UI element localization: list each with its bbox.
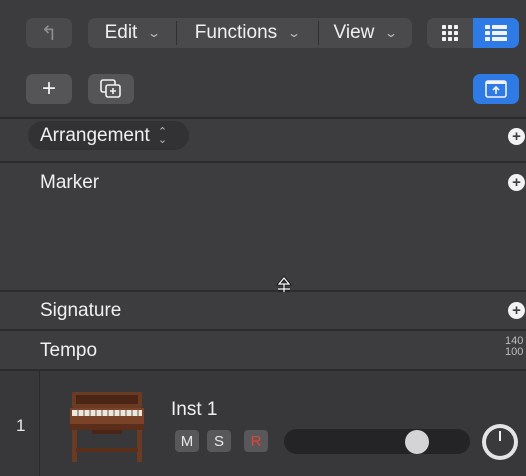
add-signature-button[interactable]: + bbox=[508, 302, 525, 319]
grid-view-icon bbox=[442, 25, 458, 41]
menu-group: Edit ⌄ Functions ⌄ View ⌄ bbox=[88, 18, 412, 48]
stepper-icon: ⌃ ⌄ bbox=[157, 125, 168, 146]
list-view-icon bbox=[485, 25, 507, 41]
pan-knob[interactable] bbox=[482, 424, 518, 460]
back-arrow-icon: ↰ bbox=[40, 22, 58, 45]
track-name: Inst 1 bbox=[171, 399, 218, 420]
edit-menu-label: Edit bbox=[104, 22, 138, 43]
global-tracks-button[interactable] bbox=[473, 74, 519, 104]
arrangement-label: Arrangement bbox=[40, 124, 150, 146]
tempo-scale: 140 100 bbox=[505, 336, 523, 358]
volume-slider[interactable] bbox=[284, 429, 470, 454]
grid-view-button[interactable] bbox=[427, 18, 473, 48]
back-button[interactable]: ↰ bbox=[26, 18, 72, 48]
add-arrangement-marker-button[interactable]: + bbox=[508, 128, 525, 145]
record-enable-button[interactable]: R bbox=[244, 430, 268, 452]
view-toggle bbox=[427, 18, 519, 48]
pan-knob-indicator bbox=[499, 431, 501, 441]
tracks-view-button[interactable] bbox=[473, 18, 519, 48]
tempo-scale-min: 100 bbox=[505, 346, 524, 358]
solo-label: S bbox=[213, 432, 224, 450]
chevron-down-icon: ⌄ bbox=[384, 26, 399, 40]
mute-label: M bbox=[180, 432, 194, 450]
track-toolbar bbox=[0, 64, 526, 118]
add-marker-button[interactable]: + bbox=[508, 174, 525, 191]
mute-button[interactable]: M bbox=[175, 430, 199, 452]
marker-label: Marker bbox=[40, 172, 100, 193]
signature-label: Signature bbox=[40, 300, 122, 321]
arrangement-selector[interactable]: Arrangement ⌃ ⌄ bbox=[28, 121, 189, 150]
organ-instrument-icon bbox=[70, 392, 144, 462]
duplicate-track-icon bbox=[100, 79, 121, 98]
tempo-label: Tempo bbox=[40, 340, 98, 361]
volume-slider-thumb[interactable] bbox=[405, 430, 429, 454]
chevron-down-icon: ⌄ bbox=[147, 26, 162, 40]
record-label: R bbox=[250, 432, 262, 450]
add-track-button[interactable]: + bbox=[26, 74, 72, 104]
edit-menu[interactable]: Edit ⌄ bbox=[88, 18, 176, 48]
chevron-down-icon: ⌄ bbox=[287, 26, 302, 40]
functions-menu-label: Functions bbox=[194, 22, 278, 43]
functions-menu[interactable]: Functions ⌄ bbox=[176, 18, 318, 48]
track-number: 1 bbox=[16, 416, 26, 435]
plus-icon: + bbox=[41, 75, 56, 102]
solo-button[interactable]: S bbox=[207, 430, 231, 452]
duplicate-track-button[interactable] bbox=[88, 74, 134, 104]
view-menu-label: View bbox=[333, 22, 375, 43]
view-menu[interactable]: View ⌄ bbox=[318, 18, 412, 48]
global-tracks-icon bbox=[485, 80, 507, 98]
